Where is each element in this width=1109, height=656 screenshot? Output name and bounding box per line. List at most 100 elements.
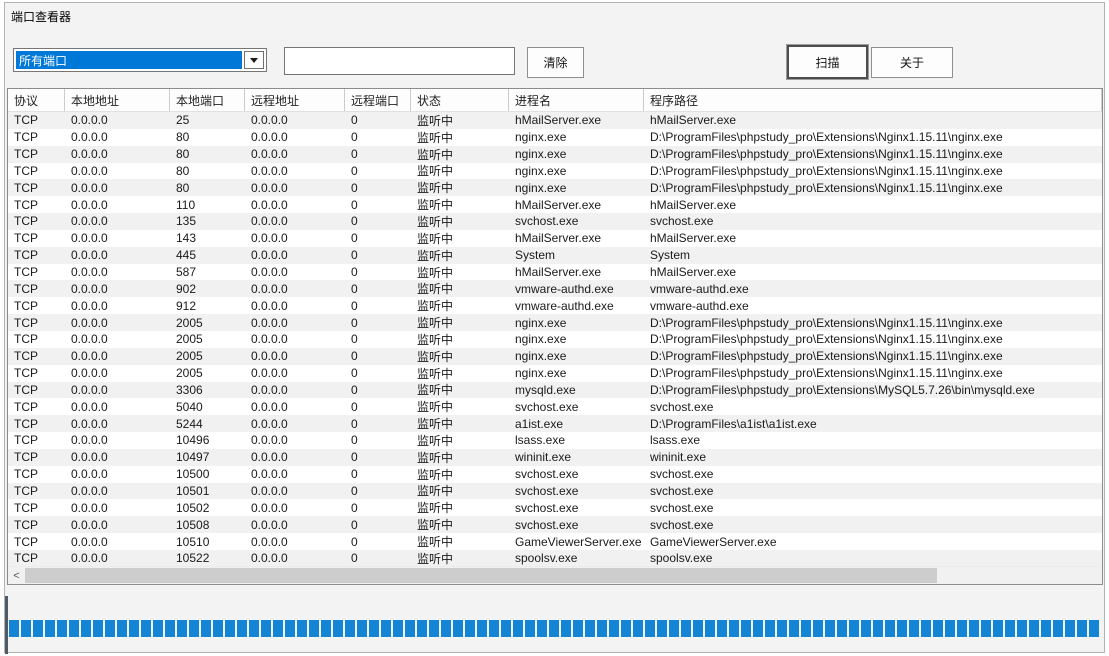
progress-segment: [945, 620, 955, 637]
column-header-process-name[interactable]: 进程名: [509, 89, 644, 111]
cell-local-address: 0.0.0.0: [65, 179, 170, 196]
column-header-remote-port[interactable]: 远程端口: [345, 89, 411, 111]
progress-segment: [1029, 620, 1039, 637]
column-header-state[interactable]: 状态: [411, 89, 509, 111]
cell-remote-address: 0.0.0.0: [245, 247, 345, 264]
table-row[interactable]: TCP0.0.0.052440.0.0.00监听中a1ist.exeD:\Pro…: [8, 415, 1102, 432]
table-row[interactable]: TCP0.0.0.0104960.0.0.00监听中lsass.exelsass…: [8, 432, 1102, 449]
dropdown-arrow-button[interactable]: [244, 51, 264, 69]
cell-state: 监听中: [411, 213, 509, 230]
progress-segment: [837, 620, 847, 637]
table-row[interactable]: TCP0.0.0.020050.0.0.00监听中nginx.exeD:\Pro…: [8, 348, 1102, 365]
cell-local-port: 10508: [170, 516, 245, 533]
cell-process-name: a1ist.exe: [509, 415, 644, 432]
scroll-left-icon[interactable]: <: [8, 567, 25, 584]
progress-segment: [321, 620, 331, 637]
table-row[interactable]: TCP0.0.0.020050.0.0.00监听中nginx.exeD:\Pro…: [8, 365, 1102, 382]
cell-local-address: 0.0.0.0: [65, 230, 170, 247]
chevron-down-icon: [250, 58, 258, 63]
progress-segment: [453, 620, 463, 637]
progress-segment: [753, 620, 763, 637]
progress-segment: [201, 620, 211, 637]
filter-input[interactable]: [284, 47, 515, 75]
cell-remote-port: 0: [345, 146, 411, 163]
progress-segment: [417, 620, 427, 637]
column-header-local-address[interactable]: 本地地址: [65, 89, 170, 111]
table-row[interactable]: TCP0.0.0.05870.0.0.00监听中hMailServer.exeh…: [8, 264, 1102, 281]
cell-protocol: TCP: [8, 297, 65, 314]
column-header-remote-address[interactable]: 远程地址: [245, 89, 345, 111]
progress-segment: [933, 620, 943, 637]
progress-segment: [297, 620, 307, 637]
table-row[interactable]: TCP0.0.0.020050.0.0.00监听中nginx.exeD:\Pro…: [8, 331, 1102, 348]
table-row[interactable]: TCP0.0.0.0105220.0.0.00监听中spoolsv.exespo…: [8, 550, 1102, 566]
table-row[interactable]: TCP0.0.0.01100.0.0.00监听中hMailServer.exeh…: [8, 196, 1102, 213]
table-row[interactable]: TCP0.0.0.0105010.0.0.00监听中svchost.exesvc…: [8, 483, 1102, 500]
table-row[interactable]: TCP0.0.0.050400.0.0.00监听中svchost.exesvch…: [8, 398, 1102, 415]
progress-segment: [693, 620, 703, 637]
cell-remote-address: 0.0.0.0: [245, 280, 345, 297]
progress-segment: [897, 620, 907, 637]
cell-process-name: System: [509, 247, 644, 264]
cell-protocol: TCP: [8, 483, 65, 500]
cell-local-port: 902: [170, 280, 245, 297]
horizontal-scrollbar[interactable]: <: [8, 566, 1102, 584]
cell-remote-address: 0.0.0.0: [245, 297, 345, 314]
cell-process-path: hMailServer.exe: [644, 196, 1102, 213]
cell-process-name: hMailServer.exe: [509, 196, 644, 213]
progress-segment: [573, 620, 583, 637]
table-row[interactable]: TCP0.0.0.0800.0.0.00监听中nginx.exeD:\Progr…: [8, 179, 1102, 196]
cell-remote-address: 0.0.0.0: [245, 230, 345, 247]
progress-segment: [465, 620, 475, 637]
table-row[interactable]: TCP0.0.0.0105080.0.0.00监听中svchost.exesvc…: [8, 516, 1102, 533]
table-row[interactable]: TCP0.0.0.04450.0.0.00监听中SystemSystem: [8, 247, 1102, 264]
scrollbar-thumb[interactable]: [25, 568, 937, 583]
progress-segment: [1005, 620, 1015, 637]
table-row[interactable]: TCP0.0.0.033060.0.0.00监听中mysqld.exeD:\Pr…: [8, 382, 1102, 399]
clear-button[interactable]: 清除: [527, 47, 584, 78]
progress-segment: [873, 620, 883, 637]
column-header-protocol[interactable]: 协议: [8, 89, 65, 111]
cell-protocol: TCP: [8, 550, 65, 566]
table-row[interactable]: TCP0.0.0.0800.0.0.00监听中nginx.exeD:\Progr…: [8, 129, 1102, 146]
cell-process-name: svchost.exe: [509, 483, 644, 500]
table-row[interactable]: TCP0.0.0.020050.0.0.00监听中nginx.exeD:\Pro…: [8, 314, 1102, 331]
cell-remote-port: 0: [345, 432, 411, 449]
cell-process-path: hMailServer.exe: [644, 230, 1102, 247]
scan-button[interactable]: 扫描: [786, 44, 869, 80]
table-row[interactable]: TCP0.0.0.0250.0.0.00监听中hMailServer.exehM…: [8, 112, 1102, 129]
cell-local-address: 0.0.0.0: [65, 348, 170, 365]
progress-segment: [1089, 620, 1099, 637]
table-row[interactable]: TCP0.0.0.01350.0.0.00监听中svchost.exesvcho…: [8, 213, 1102, 230]
table-row[interactable]: TCP0.0.0.0104970.0.0.00监听中wininit.exewin…: [8, 449, 1102, 466]
table-row[interactable]: TCP0.0.0.09120.0.0.00监听中vmware-authd.exe…: [8, 297, 1102, 314]
column-header-process-path[interactable]: 程序路径: [644, 89, 1102, 111]
cell-state: 监听中: [411, 533, 509, 550]
table-row[interactable]: TCP0.0.0.0105100.0.0.00监听中GameViewerServ…: [8, 533, 1102, 550]
cell-remote-address: 0.0.0.0: [245, 112, 345, 129]
cell-state: 监听中: [411, 146, 509, 163]
progress-segment: [801, 620, 811, 637]
cell-state: 监听中: [411, 163, 509, 180]
cell-process-name: vmware-authd.exe: [509, 280, 644, 297]
cell-remote-address: 0.0.0.0: [245, 179, 345, 196]
cell-state: 监听中: [411, 196, 509, 213]
cell-protocol: TCP: [8, 230, 65, 247]
cell-state: 监听中: [411, 112, 509, 129]
table-row[interactable]: TCP0.0.0.09020.0.0.00监听中vmware-authd.exe…: [8, 280, 1102, 297]
table-row[interactable]: TCP0.0.0.0800.0.0.00监听中nginx.exeD:\Progr…: [8, 163, 1102, 180]
about-button[interactable]: 关于: [871, 47, 953, 78]
cell-local-port: 912: [170, 297, 245, 314]
cell-remote-address: 0.0.0.0: [245, 499, 345, 516]
progress-segment: [57, 620, 67, 637]
port-filter-dropdown[interactable]: 所有端口: [13, 48, 267, 72]
column-header-local-port[interactable]: 本地端口: [170, 89, 245, 111]
table-row[interactable]: TCP0.0.0.0105000.0.0.00监听中svchost.exesvc…: [8, 466, 1102, 483]
table-row[interactable]: TCP0.0.0.01430.0.0.00监听中hMailServer.exeh…: [8, 230, 1102, 247]
table-row[interactable]: TCP0.0.0.0105020.0.0.00监听中svchost.exesvc…: [8, 499, 1102, 516]
cell-process-name: lsass.exe: [509, 432, 644, 449]
progress-segment: [273, 620, 283, 637]
cell-local-port: 10501: [170, 483, 245, 500]
table-row[interactable]: TCP0.0.0.0800.0.0.00监听中nginx.exeD:\Progr…: [8, 146, 1102, 163]
cell-state: 监听中: [411, 179, 509, 196]
